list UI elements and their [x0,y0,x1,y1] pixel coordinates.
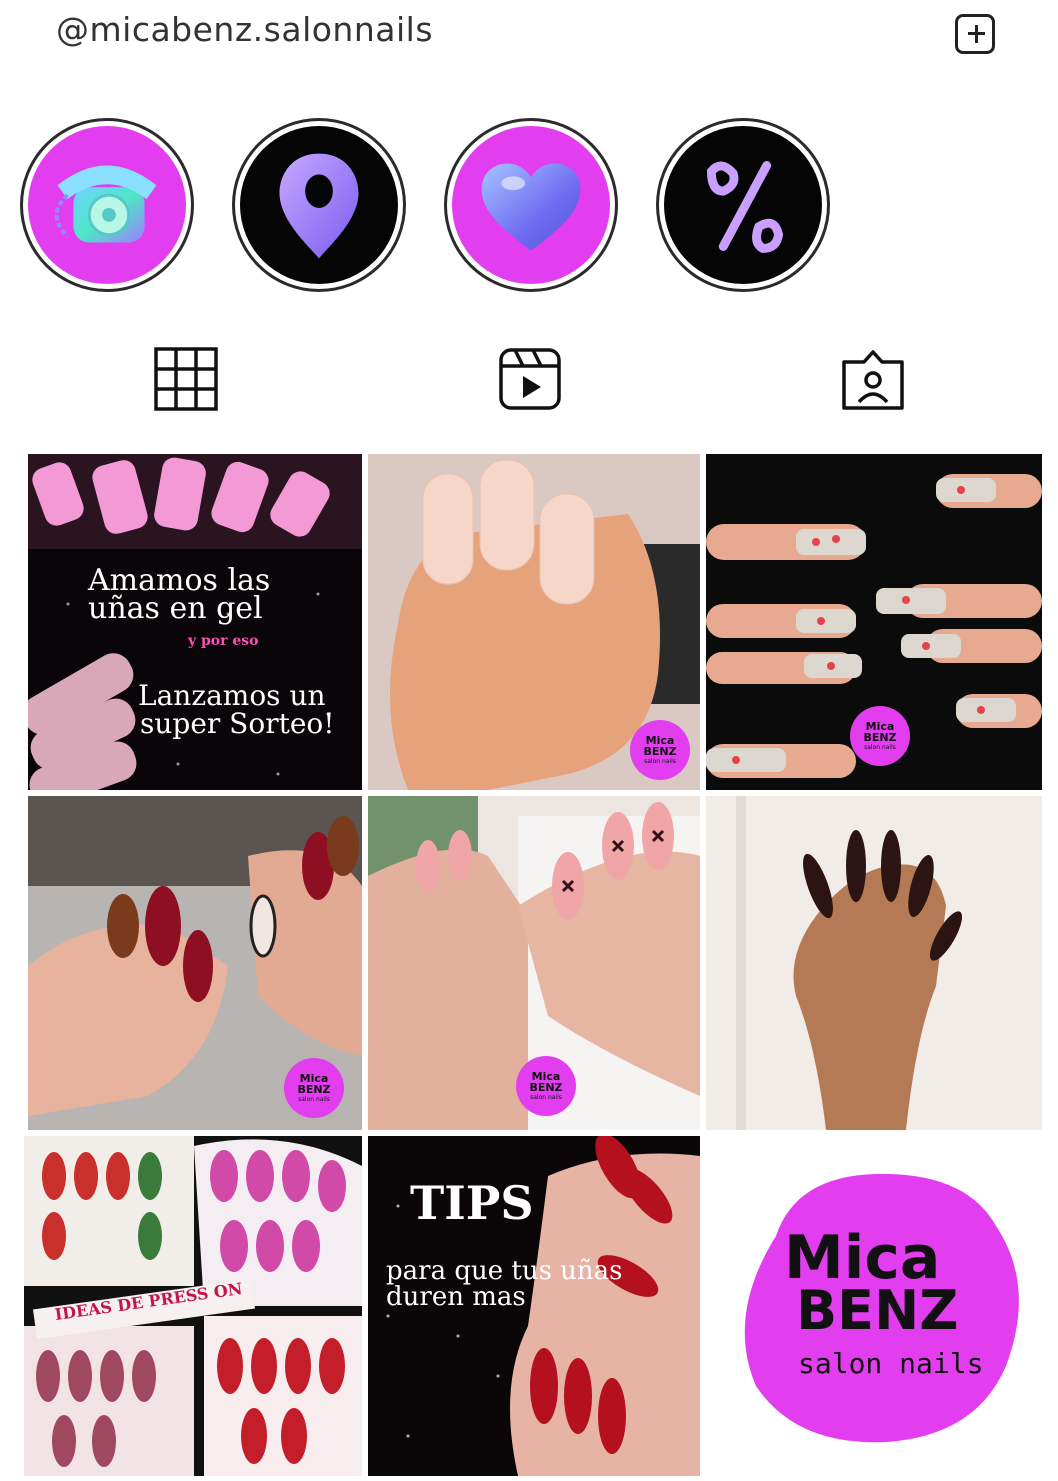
post-1[interactable]: Amamos las uñas en gel y por eso Lanzamo… [28,454,362,790]
post-1-title-2: uñas en gel [88,591,263,626]
tagged-icon [842,350,904,410]
grid-icon [154,347,218,411]
brand-badge: Mica BENZ salon nails [630,720,690,780]
location-pin-icon [279,153,359,259]
tab-posts[interactable] [153,346,219,412]
post-7[interactable]: IDEAS DE PRESS ON [24,1136,362,1476]
post-8-title: TIPS [410,1176,534,1230]
profile-username[interactable]: @micabenz.salonnails [56,10,433,49]
post-1-line-4: Lanzamos un [138,679,326,712]
telephone-icon [54,165,157,243]
post-3[interactable]: Mica BENZ salon nails [706,454,1042,790]
post-1-subtitle: y por eso [188,633,259,649]
logo-salon-nails: salon nails [798,1347,984,1380]
post-6-image [706,796,1042,1130]
tab-reels[interactable] [497,346,563,412]
highlight-promotions[interactable] [656,118,830,292]
highlight-location[interactable] [232,118,406,292]
logo-benz: BENZ [796,1279,959,1342]
post-1-line-5: super Sorteo! [140,707,335,740]
reels-icon [499,348,561,410]
post-5[interactable]: Mica BENZ salon nails [368,796,700,1130]
post-6[interactable] [706,796,1042,1130]
brand-badge: Mica BENZ salon nails [284,1058,344,1118]
post-8-subtitle: para que tus uñas [386,1256,623,1286]
post-8[interactable]: TIPS para que tus uñas duren mas [368,1136,700,1476]
posts-grid: Amamos las uñas en gel y por eso Lanzamo… [24,452,1044,1476]
post-2[interactable]: Mica BENZ salon nails [368,454,700,790]
add-post-icon[interactable] [955,14,995,54]
post-8-subtitle-2: duren mas [386,1282,526,1312]
highlight-favorites[interactable] [444,118,618,292]
tab-tagged[interactable] [840,346,906,412]
heart-icon [481,163,581,251]
profile-header: @micabenz.salonnails [0,0,1058,80]
post-4[interactable]: Mica BENZ salon nails [28,796,362,1130]
percent-icon [706,161,784,253]
post-9[interactable]: Mica BENZ salon nails [706,1136,1042,1476]
highlight-contact[interactable] [20,118,194,292]
brand-badge: Mica BENZ salon nails [516,1056,576,1116]
brand-badge: Mica BENZ salon nails [850,706,910,766]
